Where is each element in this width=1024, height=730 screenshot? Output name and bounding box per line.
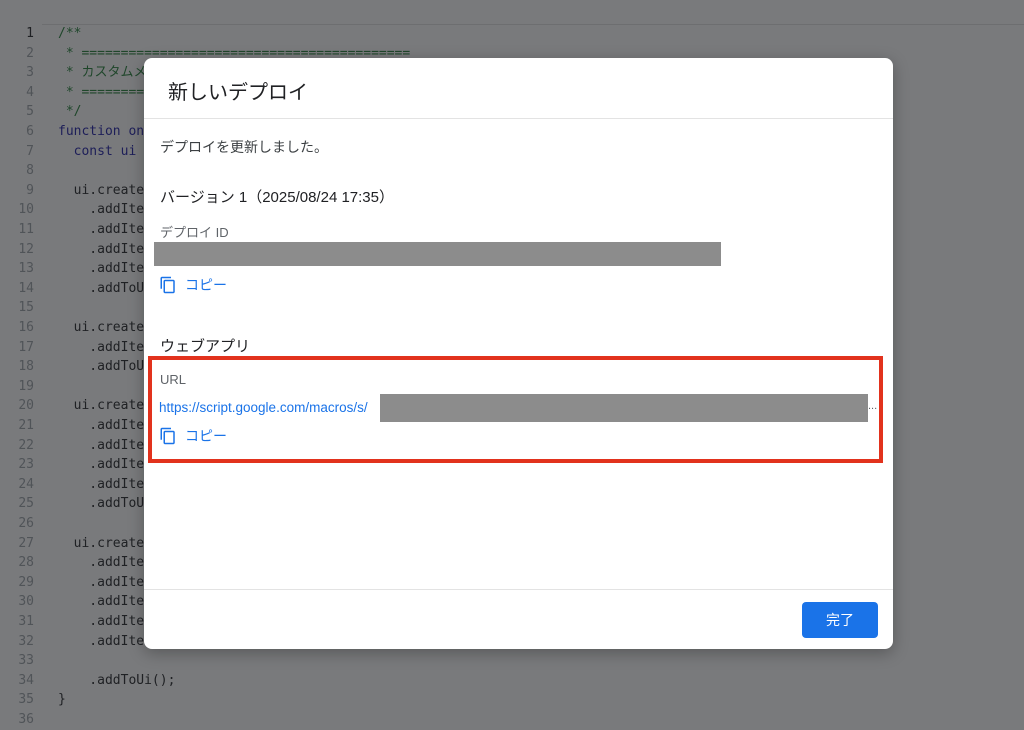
copy-deploy-id-button[interactable]: コピー (159, 275, 227, 295)
dialog-header: 新しいデプロイ (144, 58, 893, 119)
new-deployment-dialog: 新しいデプロイ デプロイを更新しました。 バージョン 1（2025/08/24 … (144, 58, 893, 649)
webapp-section-heading: ウェブアプリ (160, 338, 251, 355)
dialog-footer-divider (144, 589, 893, 590)
url-highlight-annotation (148, 356, 883, 463)
done-button[interactable]: 完了 (802, 602, 878, 638)
dialog-title: 新しいデプロイ (168, 82, 308, 104)
deploy-id-redacted (154, 242, 721, 266)
copy-icon (160, 276, 175, 294)
deploy-id-label: デプロイ ID (160, 225, 229, 240)
copy-label: コピー (185, 277, 227, 293)
deploy-updated-message: デプロイを更新しました。 (160, 139, 328, 155)
version-label: バージョン 1（2025/08/24 17:35） (160, 189, 394, 206)
